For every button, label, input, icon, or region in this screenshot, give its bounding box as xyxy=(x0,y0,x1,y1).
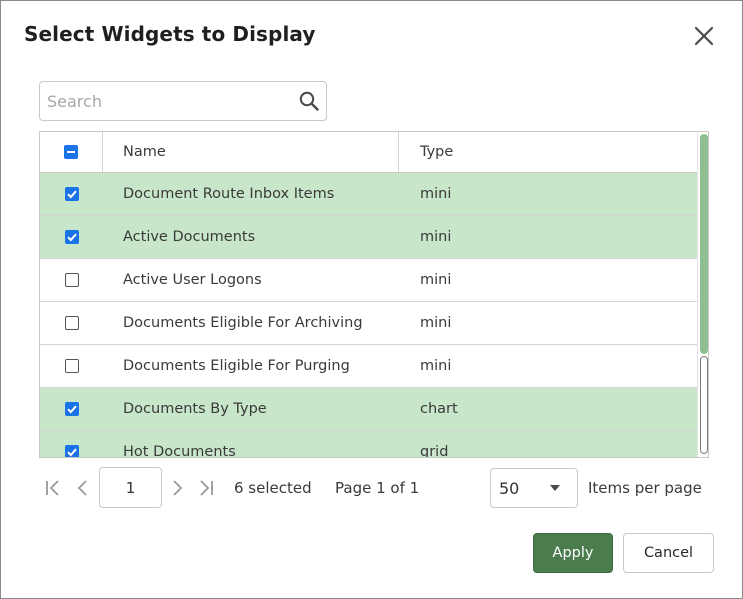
last-page-button[interactable] xyxy=(196,478,216,498)
row-checkbox[interactable] xyxy=(64,230,79,244)
row-type: mini xyxy=(420,229,452,245)
pagination-bar: 6 selected Page 1 of 1 50 Items per page xyxy=(39,467,709,509)
checkmark-icon xyxy=(66,405,77,414)
row-type: grid xyxy=(420,444,449,458)
select-all-cell xyxy=(40,132,103,172)
table-row[interactable]: Document Route Inbox Items mini xyxy=(40,173,697,216)
dialog-title: Select Widgets to Display xyxy=(24,22,316,46)
column-divider xyxy=(398,132,399,172)
row-name: Documents Eligible For Purging xyxy=(123,358,350,374)
row-name: Documents By Type xyxy=(123,401,267,417)
next-page-button[interactable] xyxy=(167,478,187,498)
table-row[interactable]: Active Documents mini xyxy=(40,216,697,259)
row-checkbox-cell xyxy=(40,302,103,344)
cancel-button[interactable]: Cancel xyxy=(623,533,714,573)
row-checkbox[interactable] xyxy=(64,273,79,287)
row-type: mini xyxy=(420,272,452,288)
table-row[interactable]: Documents Eligible For Archiving mini xyxy=(40,302,697,345)
table-row[interactable]: Active User Logons mini xyxy=(40,259,697,302)
caret-down-icon xyxy=(550,485,560,491)
row-name: Active Documents xyxy=(123,229,256,245)
search-box xyxy=(39,81,327,121)
row-type: mini xyxy=(420,315,452,331)
row-checkbox-cell xyxy=(40,345,103,387)
row-checkbox[interactable] xyxy=(64,316,79,330)
scrollbar-thumb[interactable] xyxy=(700,134,708,354)
table-row[interactable]: Documents Eligible For Purging mini xyxy=(40,345,697,388)
search-input[interactable] xyxy=(40,82,290,120)
table-row[interactable]: Hot Documents grid xyxy=(40,431,697,458)
close-button[interactable] xyxy=(689,21,719,51)
search-icon[interactable] xyxy=(298,90,320,112)
row-checkbox[interactable] xyxy=(64,187,79,201)
widgets-table: Name Type Document Route Inbox Items mini… xyxy=(39,131,709,458)
page-indicator: Page 1 of 1 xyxy=(335,479,420,497)
row-checkbox-cell xyxy=(40,388,103,430)
table-row[interactable]: Documents By Type chart xyxy=(40,388,697,431)
first-page-button[interactable] xyxy=(43,478,63,498)
row-name: Document Route Inbox Items xyxy=(123,186,335,202)
chevron-left-icon xyxy=(77,480,87,496)
row-name: Active User Logons xyxy=(123,272,262,288)
table-header-row: Name Type xyxy=(40,132,697,173)
row-checkbox[interactable] xyxy=(64,445,79,457)
scrollbar-track xyxy=(700,356,708,454)
checkmark-icon xyxy=(66,448,77,457)
checkmark-icon xyxy=(66,190,77,199)
prev-page-button[interactable] xyxy=(73,478,93,498)
last-page-icon xyxy=(200,480,213,496)
row-checkbox[interactable] xyxy=(64,402,79,416)
first-page-icon xyxy=(46,480,59,496)
checkmark-icon xyxy=(66,233,77,242)
items-per-page-value: 50 xyxy=(499,479,520,498)
column-header-type[interactable]: Type xyxy=(420,132,453,172)
selected-count: 6 selected xyxy=(234,479,312,497)
column-header-name[interactable]: Name xyxy=(123,132,166,172)
items-per-page-label: Items per page xyxy=(588,479,702,497)
apply-button[interactable]: Apply xyxy=(533,533,613,573)
row-checkbox-cell xyxy=(40,216,103,258)
chevron-right-icon xyxy=(173,480,183,496)
select-all-checkbox[interactable] xyxy=(64,145,78,159)
select-widgets-dialog: Select Widgets to Display Name xyxy=(0,0,743,599)
indeterminate-icon xyxy=(67,151,75,153)
row-type: mini xyxy=(420,358,452,374)
page-number-input[interactable] xyxy=(99,467,162,508)
row-checkbox-cell xyxy=(40,173,103,215)
row-name: Hot Documents xyxy=(123,444,236,458)
row-type: chart xyxy=(420,401,458,417)
row-checkbox-cell xyxy=(40,259,103,301)
items-per-page-select[interactable]: 50 xyxy=(490,468,578,508)
row-checkbox[interactable] xyxy=(64,359,79,373)
row-checkbox-cell xyxy=(40,431,103,457)
table-scrollbar[interactable] xyxy=(697,132,708,457)
row-name: Documents Eligible For Archiving xyxy=(123,315,363,331)
close-icon xyxy=(694,26,714,46)
row-type: mini xyxy=(420,186,452,202)
